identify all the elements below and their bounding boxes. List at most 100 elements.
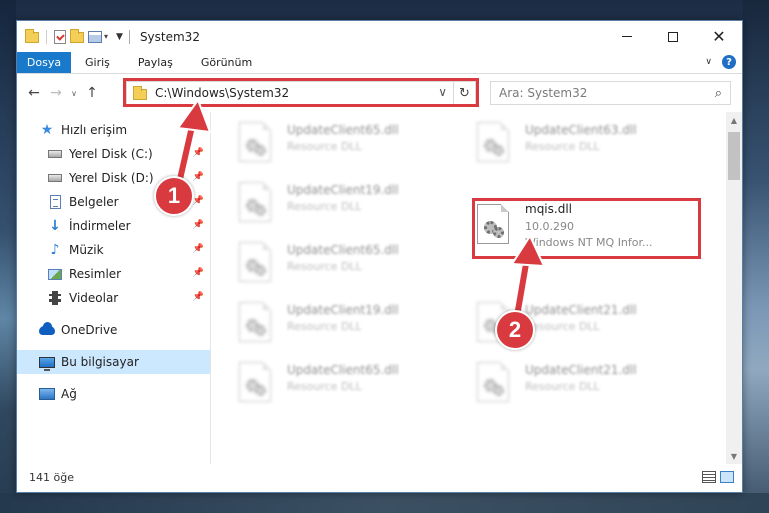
up-arrow-icon[interactable]: ↑: [81, 85, 103, 101]
scroll-down-icon[interactable]: ▼: [726, 448, 742, 464]
network-icon: [39, 386, 55, 402]
picture-icon: [47, 266, 63, 282]
pin-icon[interactable]: 📌: [193, 196, 204, 206]
maximize-button[interactable]: [650, 21, 696, 52]
file-description: Resource DLL: [287, 380, 362, 393]
search-icon[interactable]: ⌕: [715, 86, 722, 101]
address-row: ← → ∨ ↑ C:\Windows\System32 ∨ ↻ Ara: Sys…: [17, 74, 742, 112]
nav-item-videos[interactable]: Videolar 📌: [17, 286, 210, 310]
star-icon: ★: [40, 122, 54, 138]
vertical-scrollbar[interactable]: ▲ ▼: [726, 112, 742, 464]
address-bar[interactable]: C:\Windows\System32 ∨: [126, 81, 454, 105]
desktop-left-edge: [0, 0, 16, 513]
nav-item-music[interactable]: ♪ Müzik 📌: [17, 238, 210, 262]
nav-item-label: Ağ: [61, 387, 77, 401]
quick-access-toolbar: ▾ ▼: [17, 29, 123, 44]
file-tile[interactable]: UpdateClient21.dll Resource DLL: [477, 358, 687, 410]
dll-file-icon: [239, 362, 275, 406]
forward-arrow-icon[interactable]: →: [45, 85, 67, 101]
nav-item-onedrive[interactable]: OneDrive: [17, 318, 210, 342]
tab-view[interactable]: Görünüm: [187, 52, 266, 73]
back-arrow-icon[interactable]: ←: [23, 85, 45, 101]
pin-icon[interactable]: 📌: [193, 244, 204, 254]
pin-icon[interactable]: 📌: [193, 220, 204, 230]
scroll-up-icon[interactable]: ▲: [726, 112, 742, 128]
expand-ribbon-icon[interactable]: ∨: [705, 57, 712, 67]
nav-item-label: OneDrive: [61, 323, 118, 337]
computer-icon: [39, 354, 55, 371]
drive-icon: [47, 146, 63, 162]
nav-item-label: İndirmeler: [69, 219, 131, 233]
file-tile[interactable]: UpdateClient65.dll Resource DLL: [239, 238, 449, 290]
scroll-thumb[interactable]: [728, 132, 740, 180]
address-path[interactable]: C:\Windows\System32: [155, 86, 289, 100]
window-controls: ✕: [604, 21, 742, 52]
ribbon-tabs: Dosya Giriş Paylaş Görünüm ∨ ?: [17, 52, 742, 74]
file-tile[interactable]: UpdateClient19.dll Resource DLL: [239, 178, 449, 230]
file-description: Resource DLL: [287, 140, 362, 153]
tab-share[interactable]: Paylaş: [124, 52, 187, 73]
file-tile-mqis[interactable]: mqis.dll 10.0.290 Windows NT MQ Infor...: [477, 200, 687, 256]
nav-item-pictures[interactable]: Resimler 📌: [17, 262, 210, 286]
file-description: Windows NT MQ Infor...: [525, 236, 653, 249]
step-1-badge: 1: [154, 176, 194, 216]
explorer-body: ★ Hızlı erişim Yerel Disk (C:) 📌 Yerel D…: [17, 112, 742, 464]
nav-item-label: Yerel Disk (C:): [69, 147, 153, 161]
nav-item-label: Videolar: [69, 291, 119, 305]
customize-qat-icon[interactable]: ▼: [116, 32, 123, 42]
nav-item-label: Resimler: [69, 267, 122, 281]
file-list-pane: UpdateClient65.dll Resource DLL UpdateCl…: [211, 112, 742, 464]
folder-icon: [133, 85, 147, 100]
file-tile[interactable]: UpdateClient63.dll Resource DLL: [477, 118, 687, 170]
pin-icon[interactable]: 📌: [193, 148, 204, 158]
nav-item-label: Yerel Disk (D:): [69, 171, 154, 185]
close-button[interactable]: ✕: [696, 21, 742, 52]
film-icon: [47, 290, 63, 306]
drive-icon: [47, 170, 63, 186]
file-description: Resource DLL: [525, 140, 600, 153]
file-tile[interactable]: UpdateClient65.dll Resource DLL: [239, 118, 449, 170]
tab-file[interactable]: Dosya: [17, 52, 71, 73]
help-icon[interactable]: ?: [722, 55, 736, 69]
nav-item-local-disk-c[interactable]: Yerel Disk (C:) 📌: [17, 142, 210, 166]
recent-locations-chevron-icon[interactable]: ∨: [67, 89, 81, 98]
minimize-button[interactable]: [604, 21, 650, 52]
address-dropdown-chevron-icon[interactable]: ∨: [438, 85, 447, 99]
properties-check-icon[interactable]: [54, 29, 66, 44]
music-note-icon: ♪: [50, 242, 60, 258]
window-title: System32: [139, 29, 200, 44]
file-tile[interactable]: UpdateClient19.dll Resource DLL: [239, 298, 449, 350]
close-icon: ✕: [712, 26, 726, 46]
pin-icon[interactable]: 📌: [193, 172, 204, 182]
file-explorer-window: ▾ ▼ System32 ✕ Dosya Giriş Paylaş Görünü…: [16, 20, 743, 493]
file-description: Resource DLL: [287, 200, 362, 213]
file-name: UpdateClient65.dll: [287, 123, 399, 137]
file-name: UpdateClient65.dll: [287, 363, 399, 377]
details-view-icon[interactable]: [702, 471, 716, 483]
nav-item-this-pc[interactable]: Bu bilgisayar: [17, 350, 210, 374]
properties-icon[interactable]: [88, 30, 102, 43]
chevron-down-icon[interactable]: ▾: [104, 32, 108, 41]
dll-file-icon: [239, 242, 275, 286]
nav-item-downloads[interactable]: ↓ İndirmeler 📌: [17, 214, 210, 238]
pin-icon[interactable]: 📌: [193, 268, 204, 278]
refresh-button[interactable]: ↻: [454, 81, 476, 105]
file-name: UpdateClient63.dll: [525, 123, 637, 137]
tiles-view-icon[interactable]: [720, 471, 734, 483]
nav-item-label: Müzik: [69, 243, 104, 257]
nav-item-network[interactable]: Ağ: [17, 382, 210, 406]
file-name: mqis.dll: [525, 202, 572, 216]
tab-home[interactable]: Giriş: [71, 52, 124, 73]
navigation-pane: ★ Hızlı erişim Yerel Disk (C:) 📌 Yerel D…: [17, 112, 211, 464]
new-folder-icon[interactable]: [70, 29, 84, 43]
nav-item-quick-access[interactable]: ★ Hızlı erişim: [17, 118, 210, 142]
dll-file-icon: [239, 122, 275, 166]
pin-icon[interactable]: 📌: [193, 292, 204, 302]
search-input[interactable]: Ara: System32 ⌕: [490, 81, 731, 105]
document-icon: [47, 194, 63, 210]
ribbon-right-controls: ∨ ?: [705, 55, 736, 69]
file-name: UpdateClient19.dll: [287, 303, 399, 317]
file-tile[interactable]: UpdateClient65.dll Resource DLL: [239, 358, 449, 410]
maximize-icon: [668, 31, 678, 42]
dll-file-icon: [239, 182, 275, 226]
